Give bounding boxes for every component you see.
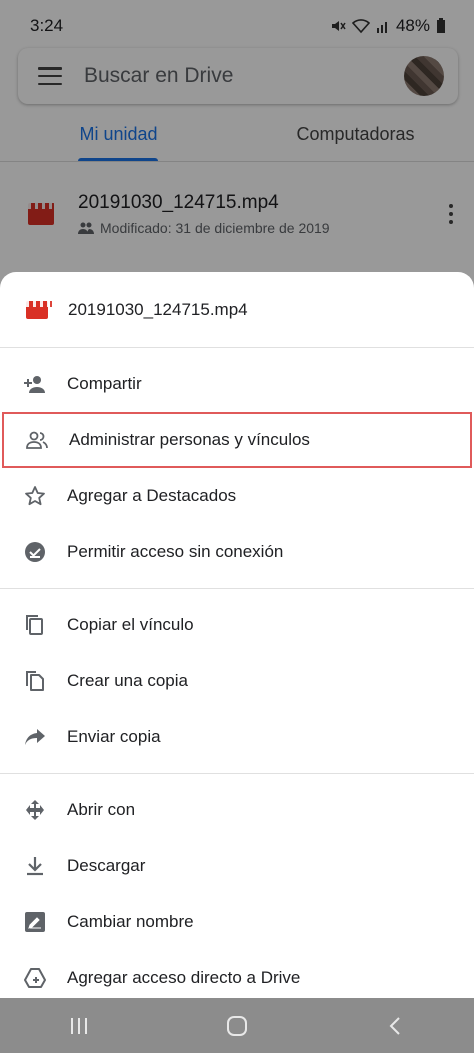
file-copy-icon (24, 670, 46, 692)
menu-label: Abrir con (67, 800, 136, 819)
star-icon (24, 485, 46, 507)
menu-label: Descargar (67, 856, 146, 875)
copy-link-icon (24, 614, 46, 636)
menu-item-crear-copia[interactable]: Crear una copia (0, 653, 474, 709)
menu-label: Administrar personas y vínculos (69, 430, 310, 449)
sheet-header: 20191030_124715.mp4 (0, 272, 474, 348)
menu-item-agregar-destacados[interactable]: Agregar a Destacados (0, 468, 474, 524)
share-arrow-icon (24, 726, 46, 748)
file-actions-bottom-sheet: 20191030_124715.mp4 Compartir Administra… (0, 272, 474, 1053)
home-icon[interactable] (222, 1011, 252, 1041)
menu-group-copy: Copiar el vínculo Crear una copia Enviar… (0, 589, 474, 774)
menu-label: Copiar el vínculo (67, 615, 194, 634)
menu-item-acceso-sin-conexion[interactable]: Permitir acceso sin conexión (0, 524, 474, 580)
menu-item-compartir[interactable]: Compartir (0, 356, 474, 412)
menu-label: Permitir acceso sin conexión (67, 542, 284, 561)
sheet-title: 20191030_124715.mp4 (68, 299, 248, 319)
menu-item-administrar-personas[interactable]: Administrar personas y vínculos (2, 412, 472, 468)
open-with-icon (24, 799, 46, 821)
menu-item-descargar[interactable]: Descargar (0, 838, 474, 894)
people-icon (26, 429, 48, 451)
download-icon (24, 855, 46, 877)
menu-label: Crear una copia (67, 671, 188, 690)
drive-shortcut-icon (24, 967, 46, 989)
menu-item-copiar-vinculo[interactable]: Copiar el vínculo (0, 597, 474, 653)
menu-item-enviar-copia[interactable]: Enviar copia (0, 709, 474, 765)
menu-label: Agregar acceso directo a Drive (67, 968, 301, 987)
menu-group-share: Compartir Administrar personas y vínculo… (0, 348, 474, 589)
menu-label: Agregar a Destacados (67, 486, 237, 505)
person-add-icon (24, 373, 46, 395)
system-navigation-bar (0, 998, 474, 1053)
back-icon[interactable] (380, 1011, 410, 1041)
menu-item-abrir-con[interactable]: Abrir con (0, 782, 474, 838)
menu-label: Enviar copia (67, 727, 161, 746)
recent-apps-icon[interactable] (64, 1011, 94, 1041)
menu-item-cambiar-nombre[interactable]: Cambiar nombre (0, 894, 474, 950)
offline-check-icon (24, 541, 46, 563)
menu-group-file: Abrir con Descargar Cambiar nombre Agreg… (0, 774, 474, 1014)
menu-label: Cambiar nombre (67, 912, 194, 931)
menu-label: Compartir (67, 374, 142, 393)
rename-icon (24, 911, 46, 933)
video-file-icon (26, 300, 52, 319)
